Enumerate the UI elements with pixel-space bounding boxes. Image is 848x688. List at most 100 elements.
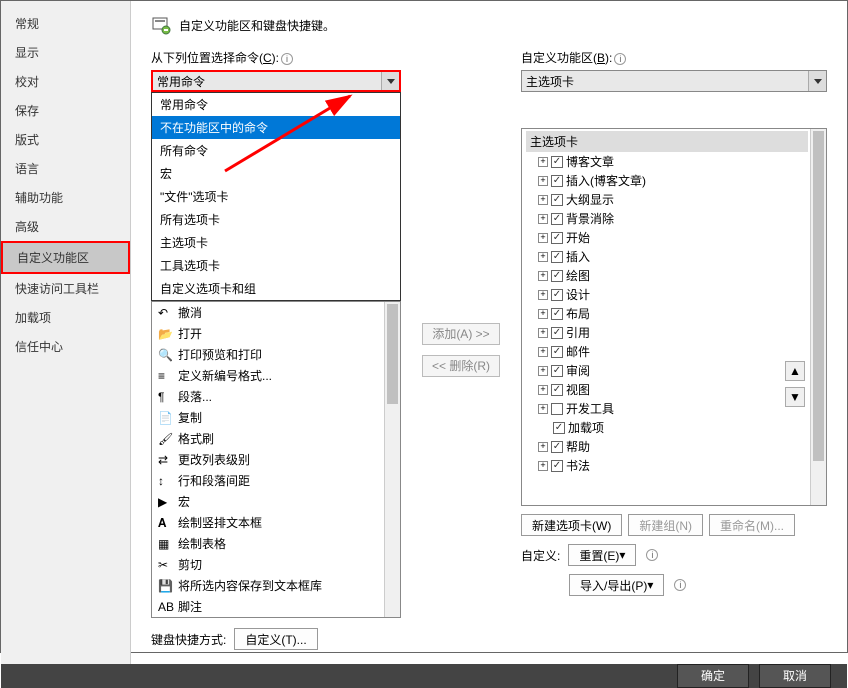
command-item[interactable]: ▶宏▸ [152,491,400,512]
checkbox[interactable] [551,346,563,358]
command-item[interactable]: ≡定义新编号格式... [152,365,400,386]
command-item[interactable]: ↕行和段落间距▸ [152,470,400,491]
cancel-button[interactable]: 取消 [759,664,831,688]
expand-icon[interactable]: + [538,461,548,471]
expand-icon[interactable]: + [538,290,548,300]
checkbox[interactable] [551,460,563,472]
checkbox[interactable] [551,175,563,187]
move-down-button[interactable]: ▼ [785,387,805,407]
checkbox[interactable] [551,365,563,377]
checkbox[interactable] [551,384,563,396]
command-item[interactable]: 🔍打印预览和打印 [152,344,400,365]
sidebar-item[interactable]: 常规 [1,9,130,38]
command-item[interactable]: ✂剪切 [152,554,400,575]
expand-icon[interactable]: + [538,195,548,205]
sidebar-item[interactable]: 辅助功能 [1,183,130,212]
tree-item[interactable]: +绘图 [526,266,808,285]
dropdown-item[interactable]: 工具选项卡 [152,254,400,277]
import-export-button[interactable]: 导入/导出(P) ▾ [569,574,664,596]
tree-item[interactable]: +设计 [526,285,808,304]
tree-item[interactable]: 加载项 [526,418,808,437]
ok-button[interactable]: 确定 [677,664,749,688]
checkbox[interactable] [551,156,563,168]
sidebar-item[interactable]: 语言 [1,154,130,183]
expand-icon[interactable]: + [538,157,548,167]
expand-icon[interactable]: + [538,176,548,186]
sidebar-item[interactable]: 快速访问工具栏 [1,274,130,303]
expand-icon[interactable]: + [538,385,548,395]
expand-icon[interactable]: + [538,233,548,243]
info-icon[interactable]: i [614,53,626,65]
expand-icon[interactable]: + [538,214,548,224]
checkbox[interactable] [551,194,563,206]
tree-item[interactable]: +帮助 [526,437,808,456]
sidebar-item[interactable]: 自定义功能区 [1,241,130,274]
expand-icon[interactable]: + [538,404,548,414]
expand-icon[interactable]: + [538,347,548,357]
tree-item[interactable]: +书法 [526,456,808,475]
command-item[interactable]: 🖌格式刷 [152,428,400,449]
command-item[interactable]: 📄复制 [152,407,400,428]
ribbon-tree[interactable]: 主选项卡+博客文章+插入(博客文章)+大纲显示+背景消除+开始+插入+绘图+设计… [521,128,827,506]
choose-commands-combo[interactable]: 常用命令 [151,70,401,92]
checkbox[interactable] [551,232,563,244]
expand-icon[interactable]: + [538,328,548,338]
move-up-button[interactable]: ▲ [785,361,805,381]
dropdown-item[interactable]: "文件"选项卡 [152,185,400,208]
tree-item[interactable]: +背景消除 [526,209,808,228]
command-item[interactable]: 💾将所选内容保存到文本框库 [152,575,400,596]
tree-item[interactable]: +布局 [526,304,808,323]
expand-icon[interactable]: + [538,271,548,281]
tree-root[interactable]: 主选项卡 [526,131,808,152]
command-item[interactable]: AB脚注 [152,596,400,617]
command-item[interactable]: ↶撤消▸ [152,302,400,323]
tree-item[interactable]: +开始 [526,228,808,247]
tree-item[interactable]: +审阅 [526,361,808,380]
chevron-down-icon[interactable] [381,72,399,90]
command-item[interactable]: 📂打开 [152,323,400,344]
tree-item[interactable]: +视图 [526,380,808,399]
sidebar-item[interactable]: 信任中心 [1,332,130,361]
keyboard-customize-button[interactable]: 自定义(T)... [234,628,317,650]
command-item[interactable]: ¶段落...▸ [152,386,400,407]
scrollbar[interactable] [810,129,826,505]
sidebar-item[interactable]: 版式 [1,125,130,154]
command-item[interactable]: 𝐀绘制竖排文本框 [152,512,400,533]
scrollbar[interactable] [384,302,400,617]
tree-item[interactable]: +引用 [526,323,808,342]
tree-item[interactable]: +插入 [526,247,808,266]
dropdown-item[interactable]: 常用命令 [152,93,400,116]
dropdown-item[interactable]: 不在功能区中的命令 [152,116,400,139]
command-list[interactable]: ↶撤消▸📂打开🔍打印预览和打印≡定义新编号格式...¶段落...▸📄复制🖌格式刷… [151,301,401,618]
command-item[interactable]: ▦绘制表格 [152,533,400,554]
scrollbar-thumb[interactable] [387,304,398,404]
tree-item[interactable]: +大纲显示 [526,190,808,209]
info-icon[interactable]: i [646,549,658,561]
scrollbar-thumb[interactable] [813,131,824,461]
new-tab-button[interactable]: 新建选项卡(W) [521,514,622,536]
tree-item[interactable]: +邮件 [526,342,808,361]
sidebar-item[interactable]: 保存 [1,96,130,125]
checkbox[interactable] [551,403,563,415]
chevron-down-icon[interactable] [808,71,826,91]
ribbon-tabs-combo[interactable]: 主选项卡 [521,70,827,92]
sidebar-item[interactable]: 校对 [1,67,130,96]
tree-item[interactable]: +开发工具 [526,399,808,418]
sidebar-item[interactable]: 高级 [1,212,130,241]
expand-icon[interactable]: + [538,366,548,376]
checkbox[interactable] [553,422,565,434]
dropdown-item[interactable]: 所有选项卡 [152,208,400,231]
checkbox[interactable] [551,289,563,301]
checkbox[interactable] [551,213,563,225]
checkbox[interactable] [551,441,563,453]
choose-commands-dropdown[interactable]: 常用命令不在功能区中的命令所有命令宏"文件"选项卡所有选项卡主选项卡工具选项卡自… [151,92,401,301]
sidebar-item[interactable]: 显示 [1,38,130,67]
command-item[interactable]: ⇄更改列表级别▸ [152,449,400,470]
tree-item[interactable]: +博客文章 [526,152,808,171]
expand-icon[interactable]: + [538,309,548,319]
sidebar-item[interactable]: 加载项 [1,303,130,332]
dropdown-item[interactable]: 主选项卡 [152,231,400,254]
tree-item[interactable]: +插入(博客文章) [526,171,808,190]
reset-button[interactable]: 重置(E) ▾ [568,544,636,566]
expand-icon[interactable]: + [538,442,548,452]
